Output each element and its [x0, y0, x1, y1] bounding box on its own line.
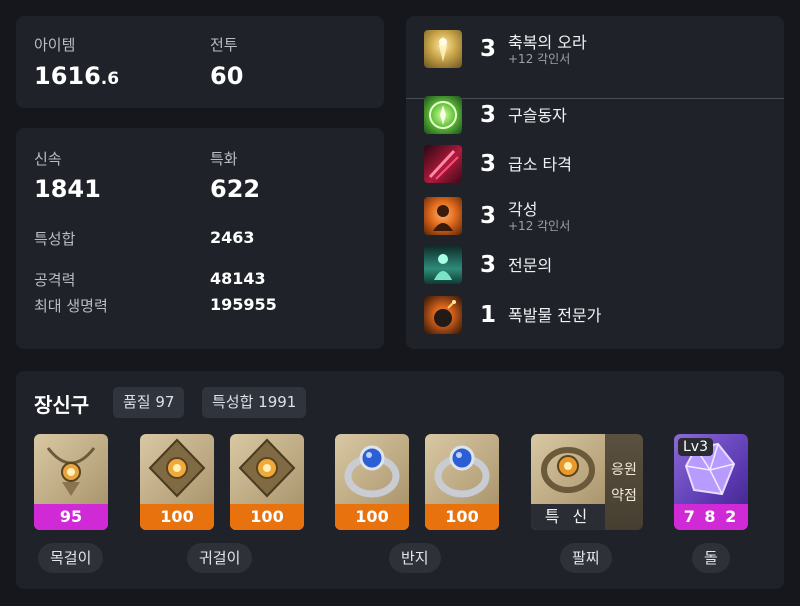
bracelet-stats: 특 신 [531, 504, 605, 530]
necklace-label: 목걸이 [38, 543, 104, 573]
engraving-level: 3 [479, 36, 496, 62]
awaken-icon [424, 197, 462, 235]
spec-label: 특화 [210, 150, 238, 168]
attack-label: 공격력 [34, 271, 76, 289]
attack-value: 48143 [210, 269, 266, 288]
bracelet-label: 팔찌 [560, 543, 612, 573]
engraving-row[interactable]: 3 구슬동자 [424, 96, 567, 134]
engraving-name: 각성 [508, 199, 538, 219]
accessories-card: 장신구 품질 97 특성합 1991 95 100 100 100 100 특 … [16, 371, 784, 589]
accessories-title: 장신구 [34, 393, 90, 417]
engraving-row[interactable]: 3 축복의 오라 +12 각인서 [424, 30, 587, 68]
necklace-item[interactable]: 95 [34, 434, 108, 530]
orb-icon [424, 96, 462, 134]
quality-chip: 품질 97 [113, 387, 185, 418]
engraving-level: 3 [479, 151, 496, 177]
earring-label: 귀걸이 [187, 543, 253, 573]
bracelet-effect-2: 약점 [611, 488, 637, 504]
engravings-card: 3 축복의 오라 +12 각인서 3 구슬동자 3 급소 타격 3 각성 +12… [406, 16, 784, 349]
necklace-quality: 95 [34, 504, 108, 530]
bracelet-icon [541, 447, 595, 493]
stone-values: 7 8 2 [674, 504, 748, 530]
bomb-icon [424, 296, 462, 334]
bracelet-effects: 응원 약점 [605, 434, 643, 530]
engraving-name: 전문의 [508, 255, 553, 275]
engraving-name: 축복의 오라 [508, 32, 587, 52]
stats-card: 신속 1841 특화 622 특성합 2463 공격력 48143 최대 생명력… [16, 128, 384, 349]
stone-level-badge: Lv3 [678, 438, 713, 456]
bracelet-effect-1: 응원 [611, 462, 637, 478]
ring-item[interactable]: 100 [335, 434, 409, 530]
expert-icon [424, 246, 462, 284]
combat-level-value: 60 [210, 62, 244, 90]
earring-item[interactable]: 100 [230, 434, 304, 530]
engraving-row[interactable]: 3 급소 타격 [424, 145, 572, 183]
spec-value: 622 [210, 175, 261, 203]
engraving-name: 폭발물 전문가 [508, 305, 602, 325]
hp-value: 195955 [210, 295, 277, 314]
engraving-row[interactable]: 3 전문의 [424, 246, 552, 284]
ring-icon [344, 445, 400, 498]
earring-icon [238, 438, 296, 498]
earring-icon [148, 438, 206, 498]
ring-label: 반지 [389, 543, 441, 573]
engraving-level: 1 [479, 302, 496, 328]
swift-label: 신속 [34, 150, 62, 168]
hp-label: 최대 생명력 [34, 297, 108, 315]
ring-item[interactable]: 100 [425, 434, 499, 530]
engraving-row[interactable]: 3 각성 +12 각인서 [424, 197, 570, 235]
engraving-sub: +12 각인서 [508, 218, 571, 233]
item-level-label: 아이템 [34, 36, 76, 54]
earring-quality: 100 [230, 504, 304, 530]
ring-icon [434, 445, 490, 498]
engraving-level: 3 [479, 203, 496, 229]
stone-item[interactable]: Lv3 7 8 2 [674, 434, 748, 530]
aura-icon [424, 30, 462, 68]
engraving-level: 3 [479, 252, 496, 278]
engraving-name: 급소 타격 [508, 154, 572, 174]
engraving-level: 3 [479, 102, 496, 128]
engraving-row[interactable]: 1 폭발물 전문가 [424, 296, 601, 334]
total-stat-label: 특성합 [34, 230, 76, 248]
earring-item[interactable]: 100 [140, 434, 214, 530]
stone-label: 돌 [692, 543, 730, 573]
strike-icon [424, 145, 462, 183]
summary-card: 아이템 1616.6 전투 60 [16, 16, 384, 108]
earring-quality: 100 [140, 504, 214, 530]
bracelet-item[interactable]: 특 신 [531, 434, 605, 530]
ring-quality: 100 [335, 504, 409, 530]
engraving-name: 구슬동자 [508, 105, 567, 125]
item-level-value: 1616.6 [34, 62, 120, 90]
necklace-icon [46, 447, 96, 496]
total-stat-chip: 특성합 1991 [202, 387, 307, 418]
total-stat-value: 2463 [210, 228, 255, 247]
combat-level-label: 전투 [210, 36, 238, 54]
swift-value: 1841 [34, 175, 101, 203]
ring-quality: 100 [425, 504, 499, 530]
engraving-sub: +12 각인서 [508, 51, 571, 66]
